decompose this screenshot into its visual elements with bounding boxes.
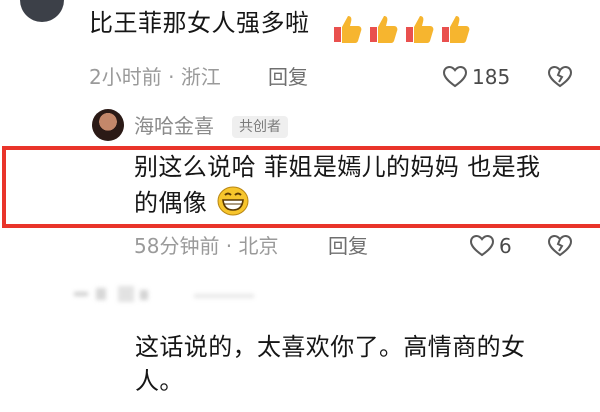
dislike-broken-heart-icon[interactable] bbox=[547, 234, 573, 258]
thumbs-up-emoji-icon bbox=[406, 16, 434, 43]
comment-line-1: 别这么说哈 菲姐是嫣儿的妈妈 也是我 bbox=[134, 153, 541, 181]
timestamp: 58分钟前 bbox=[134, 234, 220, 258]
thumbs-up-emoji-group bbox=[330, 12, 472, 46]
blurred-username bbox=[74, 286, 254, 302]
avatar[interactable] bbox=[92, 109, 124, 141]
comment-meta: 58分钟前 · 北京 bbox=[134, 234, 279, 258]
dislike-broken-heart-icon[interactable] bbox=[547, 65, 573, 89]
heart-icon[interactable] bbox=[469, 234, 495, 258]
location: 浙江 bbox=[180, 65, 221, 89]
reply-button[interactable]: 回复 bbox=[268, 64, 308, 90]
comment-text: 这话说的，太喜欢你了。高情商的女 人。 bbox=[135, 330, 575, 398]
heart-icon[interactable] bbox=[442, 65, 468, 89]
location: 北京 bbox=[238, 234, 279, 258]
like-count: 6 bbox=[499, 234, 512, 258]
comment-text: 别这么说哈 菲姐是嫣儿的妈妈 也是我 的偶像 bbox=[134, 149, 584, 221]
thumbs-up-emoji-icon bbox=[334, 16, 362, 43]
comment-line-2: 人。 bbox=[135, 367, 184, 395]
comment-meta: 2小时前 · 浙江 bbox=[89, 65, 221, 89]
timestamp: 2小时前 bbox=[89, 65, 162, 89]
comment-text: 比王菲那女人强多啦 bbox=[89, 9, 310, 37]
comment-line-2: 的偶像 bbox=[134, 185, 584, 221]
reply-button[interactable]: 回复 bbox=[328, 233, 368, 259]
grinning-face-emoji-icon bbox=[217, 186, 249, 216]
comment-line-1: 这话说的，太喜欢你了。高情商的女 bbox=[135, 333, 526, 361]
thumbs-up-emoji-icon bbox=[370, 16, 398, 43]
username[interactable]: 海哈金喜 bbox=[134, 113, 214, 139]
cocreator-badge: 共创者 bbox=[232, 116, 288, 138]
thumbs-up-emoji-icon bbox=[442, 16, 470, 43]
like-count: 185 bbox=[472, 65, 511, 89]
avatar[interactable] bbox=[20, 0, 64, 22]
comment-line-2-text: 的偶像 bbox=[134, 189, 208, 217]
